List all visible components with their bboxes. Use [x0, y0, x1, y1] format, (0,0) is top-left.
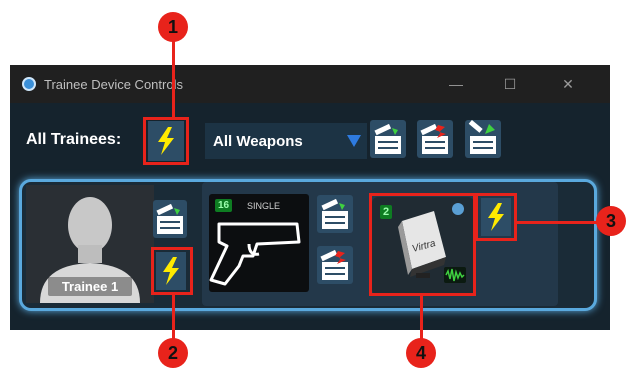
callout-4: 4	[406, 338, 436, 368]
highlight-box-2	[151, 247, 193, 295]
weapon-card[interactable]: 16 SINGLE	[209, 194, 309, 292]
weapon-disarm-button[interactable]	[317, 246, 353, 284]
window-title: Trainee Device Controls	[44, 76, 183, 92]
dropdown-caret-icon	[347, 135, 361, 147]
callout-3: 3	[596, 206, 626, 236]
app-logo-icon	[22, 77, 36, 91]
callout-1: 1	[158, 12, 188, 42]
arm-all-button[interactable]	[370, 120, 406, 158]
ammo-count-badge: 16	[215, 199, 233, 212]
fire-mode-label: SINGLE	[247, 201, 281, 211]
title-bar: Trainee Device Controls — ☐ ✕	[10, 65, 610, 103]
callout-3-line	[516, 221, 600, 224]
minimize-button[interactable]: —	[434, 65, 478, 103]
trainee-device-controls-window: Trainee Device Controls — ☐ ✕ All Traine…	[10, 65, 610, 330]
arm-icon	[321, 198, 348, 229]
weapon-select-value: All Weapons	[213, 132, 303, 150]
maximize-button[interactable]: ☐	[488, 65, 532, 103]
weapon-arm-button[interactable]	[317, 195, 353, 233]
disarm-all-button[interactable]	[417, 120, 453, 158]
trainee-name: Trainee 1	[48, 277, 132, 296]
trainee-avatar: Trainee 1	[26, 185, 154, 303]
disarm-icon	[320, 249, 348, 280]
disarm-all-icon	[420, 123, 448, 154]
weapon-select[interactable]: All Weapons	[205, 123, 367, 159]
trainee-arm-button[interactable]	[153, 200, 187, 238]
callout-2-line	[172, 294, 175, 340]
reset-all-icon	[468, 120, 496, 154]
callout-4-line	[420, 295, 423, 341]
highlight-box-3	[475, 193, 517, 241]
all-trainees-label: All Trainees:	[26, 131, 122, 148]
close-button[interactable]: ✕	[546, 65, 590, 103]
arm-icon	[156, 203, 183, 234]
arm-all-icon	[374, 123, 401, 154]
highlight-box-1	[143, 117, 189, 165]
callout-1-line	[172, 40, 175, 118]
highlight-box-4	[369, 193, 476, 296]
callout-2: 2	[158, 338, 188, 368]
reset-all-button[interactable]	[465, 120, 501, 158]
